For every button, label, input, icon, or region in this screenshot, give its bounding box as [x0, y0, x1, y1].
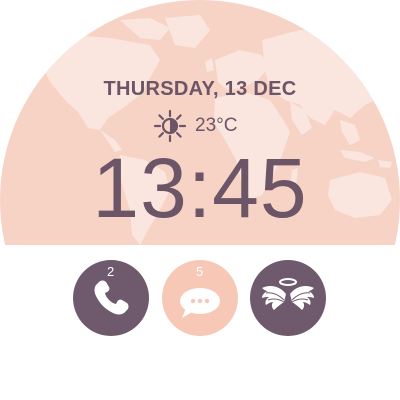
date-label: THURSDAY, 13 DEC — [103, 78, 297, 100]
unread-messages-badge: 5 — [196, 264, 204, 279]
wings-button[interactable] — [250, 260, 326, 336]
missed-calls-badge: 2 — [107, 264, 115, 279]
weather-widget[interactable]: 23°C — [153, 109, 238, 143]
angel-wings-icon — [262, 278, 314, 310]
time-display: 13:45 — [92, 141, 308, 235]
watch-face: THURSDAY, 13 DEC 23°C 13:45 2 5 — [0, 0, 400, 400]
sun-icon — [153, 109, 187, 143]
watch-screen: THURSDAY, 13 DEC 23°C 13:45 2 5 — [0, 0, 400, 400]
messages-button[interactable]: 5 — [162, 260, 238, 336]
temperature-label: 23°C — [195, 115, 238, 136]
phone-button[interactable]: 2 — [73, 260, 149, 336]
